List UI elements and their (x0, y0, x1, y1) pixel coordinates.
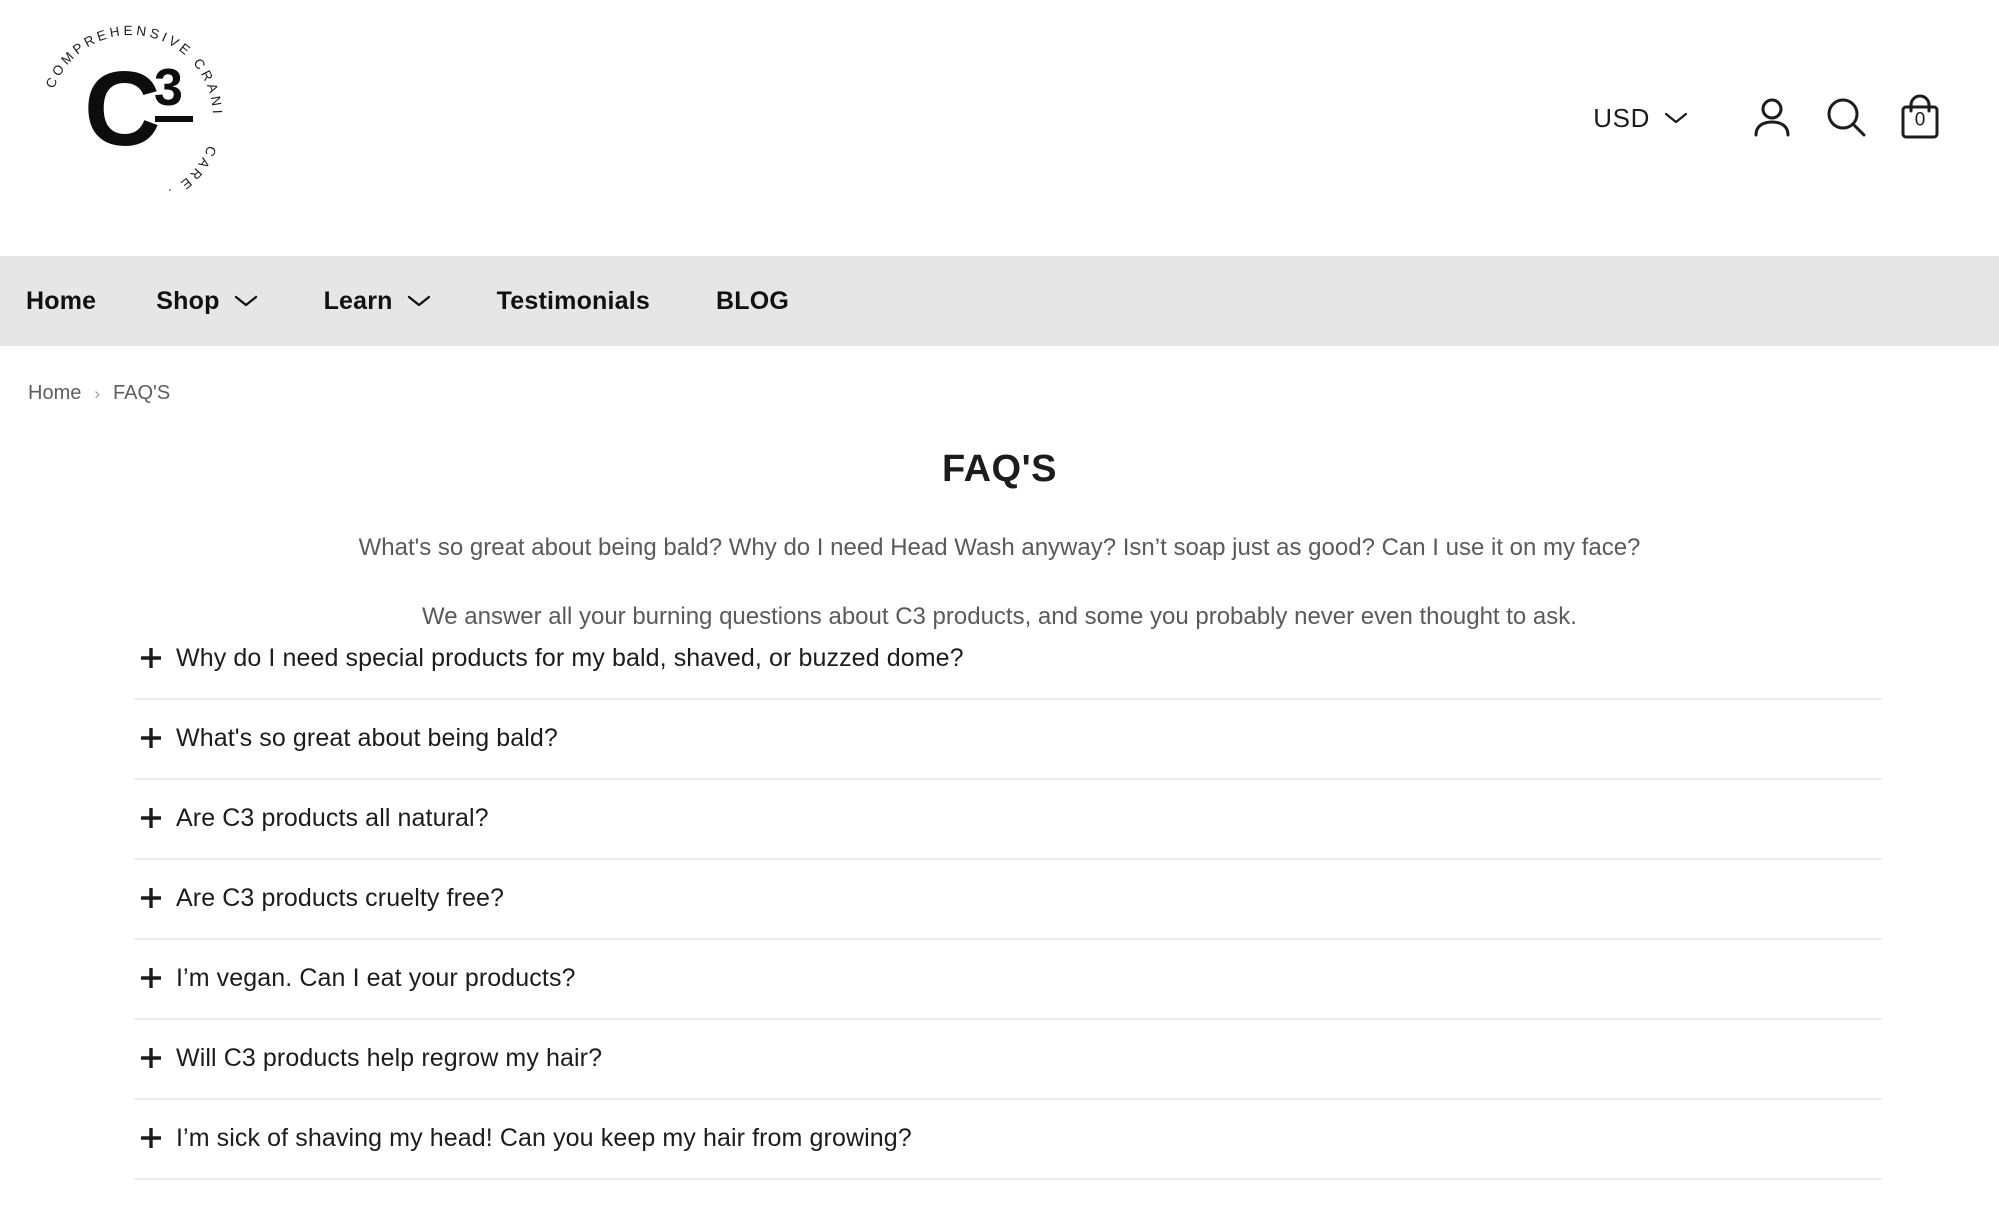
faq-item[interactable]: Will C3 products help regrow my hair? (134, 1020, 1882, 1100)
faq-question: Are C3 products all natural? (176, 804, 489, 833)
faq-question: I’m sick of shaving my head! Can you kee… (176, 1124, 912, 1153)
nav-label: Home (26, 286, 97, 315)
main-content: FAQ'S What's so great about being bald? … (0, 448, 1999, 1180)
search-button[interactable] (1809, 88, 1883, 148)
nav-item-learn[interactable]: Learn (324, 287, 431, 316)
currency-label: USD (1593, 102, 1650, 133)
account-button[interactable] (1735, 88, 1809, 148)
chevron-down-icon (234, 295, 257, 307)
nav-label: Shop (156, 286, 220, 315)
svg-text:C: C (84, 50, 161, 168)
faq-item[interactable]: What's so great about being bald? (134, 700, 1882, 780)
faq-item[interactable]: Why do I need special products for my ba… (134, 620, 1882, 700)
chevron-down-icon (407, 295, 430, 307)
breadcrumb-separator-icon: › (94, 383, 101, 403)
nav-item-testimonials[interactable]: Testimonials (497, 287, 650, 316)
faq-question: What's so great about being bald? (176, 724, 558, 753)
nav-item-shop[interactable]: Shop (156, 287, 257, 316)
svg-text:3: 3 (154, 59, 183, 117)
faq-accordion: Why do I need special products for my ba… (134, 620, 1882, 1180)
nav-item-home[interactable]: Home (26, 287, 96, 316)
faq-item[interactable]: I’m sick of shaving my head! Can you kee… (134, 1100, 1882, 1180)
faq-question: Will C3 products help regrow my hair? (176, 1044, 603, 1073)
faq-question: Why do I need special products for my ba… (176, 644, 964, 673)
faq-item[interactable]: I’m vegan. Can I eat your products? (134, 940, 1882, 1020)
breadcrumb: Home › FAQ'S (0, 346, 1999, 405)
svg-text:CARE .: CARE . (164, 144, 220, 203)
plus-icon (134, 805, 168, 831)
plus-icon (134, 645, 168, 671)
faq-item[interactable]: Are C3 products all natural? (134, 780, 1882, 860)
plus-icon (134, 965, 168, 991)
faq-question: I’m vegan. Can I eat your products? (176, 964, 576, 993)
search-icon (1827, 98, 1866, 137)
intro-paragraph-1: What's so great about being bald? Why do… (358, 534, 1641, 561)
plus-icon (134, 1045, 168, 1071)
nav-label: Testimonials (496, 286, 651, 315)
site-logo[interactable]: COMPREHENSIVE CRANIUM CARE . C 3 (22, 8, 240, 226)
breadcrumb-current: FAQ'S (113, 382, 171, 404)
faq-question: Are C3 products cruelty free? (176, 884, 505, 913)
nav-label: BLOG (716, 286, 790, 315)
plus-icon (134, 725, 168, 751)
nav-label: Learn (323, 286, 393, 315)
site-header: COMPREHENSIVE CRANIUM CARE . C 3 USD (0, 0, 1999, 256)
account-icon (1754, 98, 1790, 137)
shopping-bag-icon (1901, 94, 1939, 139)
breadcrumb-home-link[interactable]: Home (28, 382, 81, 405)
currency-selector[interactable]: USD (1593, 103, 1689, 134)
faq-item[interactable]: Are C3 products cruelty free? (134, 860, 1882, 940)
plus-icon (134, 1125, 168, 1151)
main-navigation: Home Shop Learn Testimonials BLOG (0, 256, 1999, 346)
header-actions: USD 0 (1593, 88, 1957, 148)
nav-item-blog[interactable]: BLOG (716, 287, 789, 316)
logo-graphic: COMPREHENSIVE CRANIUM CARE . C 3 (22, 8, 222, 203)
plus-icon (134, 885, 168, 911)
chevron-down-icon (1664, 112, 1688, 124)
page-title: FAQ'S (942, 448, 1057, 490)
cart-button[interactable]: 0 (1883, 88, 1957, 148)
